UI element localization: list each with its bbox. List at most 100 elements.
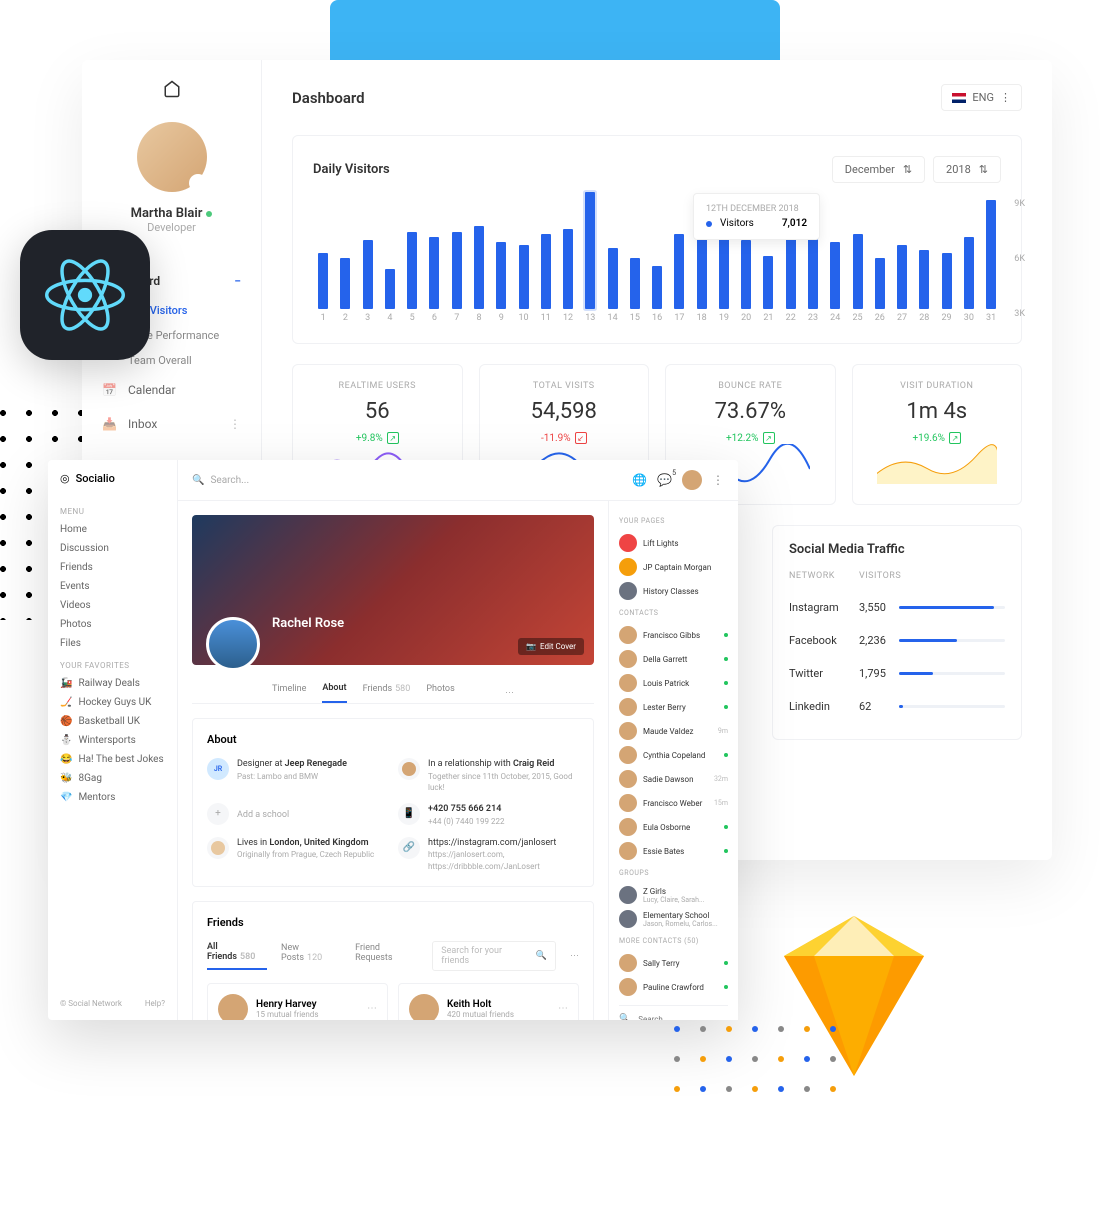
chat-icon[interactable]: 💬5 [657,473,672,487]
profile-cover: Rachel Rose 📷Edit Cover [192,515,594,665]
traffic-row: Instagram3,550 [789,591,1005,624]
socialio-right-panel: YOUR PAGES Lift LightsJP Captain MorganH… [608,501,738,1020]
logo-icon: ◎ [60,472,70,485]
menu-item[interactable]: Videos [60,596,165,615]
phone-icon: 📱 [398,803,420,825]
year-select[interactable]: 2018⇅ [933,156,1001,183]
friends-tab-requests[interactable]: Friend Requests [355,943,418,969]
contact-item[interactable]: Lester Berry [619,695,728,719]
pages-heading: YOUR PAGES [619,517,728,525]
favorite-item[interactable]: 🏒Hockey Guys UK [60,693,165,712]
react-logo-badge [20,230,150,360]
tab-about[interactable]: About [322,683,346,703]
user-avatar[interactable] [682,470,702,490]
menu-item[interactable]: Events [60,577,165,596]
search-icon: 🔍 [619,1014,630,1020]
nav-calendar[interactable]: 📅Calendar [102,373,241,407]
friends-title: Friends [207,916,579,929]
menu-item[interactable]: Files [60,634,165,653]
about-title: About [207,733,579,746]
traffic-row: Facebook2,236 [789,624,1005,657]
tab-timeline[interactable]: Timeline [272,684,306,702]
contact-item[interactable]: Della Garrett [619,647,728,671]
contact-item[interactable]: Louis Patrick [619,671,728,695]
favorite-item[interactable]: 🐝8Gag [60,769,165,788]
page-item[interactable]: History Classes [619,579,728,603]
chart-title: Daily Visitors [313,162,390,177]
socialio-content: Rachel Rose 📷Edit Cover Timeline About F… [178,501,608,1020]
contact-item[interactable]: Francisco Gibbs [619,623,728,647]
globe-icon[interactable]: 🌐 [632,473,647,487]
chevron-icon: ⋮ [1000,91,1011,104]
favorite-item[interactable]: 🏀Basketball UK [60,712,165,731]
about-location: Lives in London, United KingdomOriginall… [207,837,388,872]
contact-item[interactable]: Maude Valdez9m [619,719,728,743]
home-icon[interactable] [163,80,181,102]
decorative-color-dots [664,1016,864,1136]
group-item[interactable]: Elementary SchoolJason, Romelu, Carlos..… [619,907,728,931]
link-icon: 🔗 [398,837,420,859]
social-traffic-card: Social Media Traffic NETWORKVISITORS Ins… [772,525,1022,740]
page-item[interactable]: Lift Lights [619,531,728,555]
footer-help[interactable]: Help? [145,999,165,1008]
favorite-item[interactable]: ⛄Wintersports [60,731,165,750]
page-item[interactable]: JP Captain Morgan [619,555,728,579]
contact-item[interactable]: Pauline Crawford [619,975,728,999]
favorite-item[interactable]: 😂Ha! The best Jokes [60,750,165,769]
language-selector[interactable]: ENG ⋮ [941,84,1022,111]
tabs-more-icon[interactable]: ⋯ [505,688,514,698]
gear-icon[interactable]: ⚙ [189,174,207,192]
menu-item[interactable]: Friends [60,558,165,577]
group-item[interactable]: Z GirlsLucy, Claire, Sarah... [619,883,728,907]
bar-chart[interactable]: 9K6K3K 12TH DECEMBER 2018 Visitors7,012 … [313,203,1001,323]
social-traffic-title: Social Media Traffic [789,542,1005,557]
friend-card[interactable]: Keith Holt420 mutual friends⋯ [398,983,579,1020]
profile-avatar[interactable] [206,617,260,671]
menu-heading: MENU [60,507,165,516]
groups-heading: GROUPS [619,869,728,877]
profile-tabs: Timeline About Friends580 Photos ⋯ [192,675,594,704]
search-input[interactable]: 🔍 Search... [192,475,622,486]
friends-more-icon[interactable]: ⋯ [570,951,579,961]
contact-item[interactable]: Eula Osborne [619,815,728,839]
menu-item[interactable]: Discussion [60,539,165,558]
friends-search[interactable]: Search for your friends🔍 [432,941,556,971]
socialio-window: ◎Socialio MENU HomeDiscussionFriendsEven… [48,460,738,1020]
about-relationship: In a relationship with Craig ReidTogethe… [398,758,579,793]
flag-icon [952,93,966,103]
socialio-sidebar: ◎Socialio MENU HomeDiscussionFriendsEven… [48,460,178,1020]
favorite-item[interactable]: 💎Mentors [60,788,165,807]
about-links: 🔗https://instagram.com/janloserthttps://… [398,837,579,872]
tab-friends[interactable]: Friends580 [363,684,411,702]
friend-card[interactable]: Henry Harvey15 mutual friends⋯ [207,983,388,1020]
more-contacts-heading: MORE CONTACTS (50) [619,937,728,945]
chart-tooltip: 12TH DECEMBER 2018 Visitors7,012 [693,193,820,240]
tab-photos[interactable]: Photos [426,684,454,702]
menu-item[interactable]: Home [60,520,165,539]
traffic-row: Twitter1,795 [789,657,1005,690]
daily-visitors-card: Daily Visitors December⇅ 2018⇅ 9K6K3K 12… [292,135,1022,344]
camera-icon: 📷 [526,642,536,651]
more-icon[interactable]: ⋮ [712,473,724,487]
month-select[interactable]: December⇅ [832,156,925,183]
contact-item[interactable]: Francisco Weber15m [619,791,728,815]
about-add-school[interactable]: +Add a school [207,803,388,827]
menu-item[interactable]: Photos [60,615,165,634]
contact-item[interactable]: Sally Terry [619,951,728,975]
profile-role: Developer [147,221,196,234]
about-phone: 📱+420 755 666 214+44 (0) 7440 199 222 [398,803,579,827]
favorite-item[interactable]: 🚂Railway Deals [60,674,165,693]
stat-card: VISIT DURATION1m 4s+19.6%↗ [852,364,1023,505]
socialio-logo[interactable]: ◎Socialio [60,472,165,485]
edit-cover-button[interactable]: 📷Edit Cover [518,638,584,655]
profile-avatar[interactable]: ⚙ [137,122,207,192]
friends-tab-all[interactable]: All Friends580 [207,942,267,970]
footer-copyright: © Social Network [60,999,122,1008]
nav-inbox[interactable]: 📥Inbox⋮ [102,407,241,441]
contact-item[interactable]: Cynthia Copeland [619,743,728,767]
contact-item[interactable]: Essie Bates [619,839,728,863]
contact-item[interactable]: Sadie Dawson32m [619,767,728,791]
friends-tab-new[interactable]: New Posts120 [281,943,341,969]
socialio-topbar: 🔍 Search... 🌐 💬5 ⋮ [178,460,738,501]
profile-name: Martha Blair [131,206,213,221]
